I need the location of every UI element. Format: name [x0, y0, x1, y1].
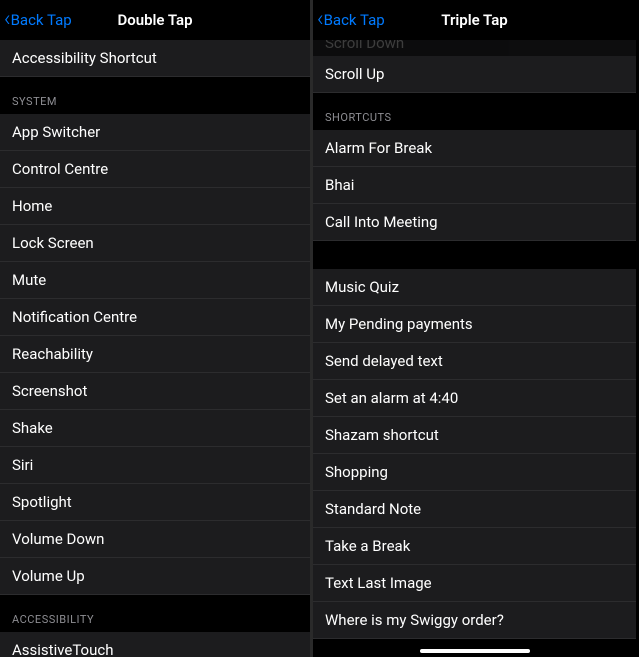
- option-accessibility-shortcut[interactable]: Accessibility Shortcut: [0, 40, 310, 77]
- section-header-shortcuts: SHORTCUTS: [313, 93, 636, 130]
- option-standard-note[interactable]: Standard Note: [313, 491, 636, 528]
- option-swiggy-order[interactable]: Where is my Swiggy order?: [313, 602, 636, 639]
- option-control-centre[interactable]: Control Centre: [0, 151, 310, 188]
- option-spotlight[interactable]: Spotlight: [0, 484, 310, 521]
- shortcuts-group: Alarm For Break Bhai Call Into Meeting: [313, 130, 636, 241]
- option-siri[interactable]: Siri: [0, 447, 310, 484]
- option-shake[interactable]: Shake: [0, 410, 310, 447]
- shortcuts-group-continued: Music Quiz My Pending payments Send dela…: [313, 269, 636, 639]
- settings-list: Accessibility Shortcut SYSTEM App Switch…: [0, 40, 310, 657]
- option-app-switcher[interactable]: App Switcher: [0, 114, 310, 151]
- option-shopping[interactable]: Shopping: [313, 454, 636, 491]
- section-header-system: SYSTEM: [0, 77, 310, 114]
- home-indicator-area: [313, 649, 636, 653]
- option-mute[interactable]: Mute: [0, 262, 310, 299]
- option-take-a-break[interactable]: Take a Break: [313, 528, 636, 565]
- back-label: Back Tap: [11, 11, 72, 29]
- nav-bar: ‹ Back Tap Triple Tap: [313, 0, 636, 40]
- option-lock-screen[interactable]: Lock Screen: [0, 225, 310, 262]
- option-bhai[interactable]: Bhai: [313, 167, 636, 204]
- option-my-pending-payments[interactable]: My Pending payments: [313, 306, 636, 343]
- option-set-an-alarm[interactable]: Set an alarm at 4:40: [313, 380, 636, 417]
- settings-list: Scroll Down Scroll Up SHORTCUTS Alarm Fo…: [313, 40, 636, 639]
- option-reachability[interactable]: Reachability: [0, 336, 310, 373]
- option-send-delayed-text[interactable]: Send delayed text: [313, 343, 636, 380]
- home-indicator-icon: [420, 649, 530, 653]
- screen-double-tap: ‹ Back Tap Double Tap Accessibility Shor…: [0, 0, 313, 657]
- page-title: Double Tap: [117, 11, 192, 29]
- option-assistivetouch[interactable]: AssistiveTouch: [0, 632, 310, 657]
- back-button[interactable]: ‹ Back Tap: [0, 9, 72, 31]
- nav-bar: ‹ Back Tap Double Tap: [0, 0, 310, 40]
- option-volume-down[interactable]: Volume Down: [0, 521, 310, 558]
- option-shazam-shortcut[interactable]: Shazam shortcut: [313, 417, 636, 454]
- back-button[interactable]: ‹ Back Tap: [313, 9, 385, 31]
- screen-triple-tap: ‹ Back Tap Triple Tap Scroll Down Scroll…: [313, 0, 636, 657]
- option-alarm-for-break[interactable]: Alarm For Break: [313, 130, 636, 167]
- option-call-into-meeting[interactable]: Call Into Meeting: [313, 204, 636, 241]
- back-label: Back Tap: [324, 11, 385, 29]
- list-gap: [313, 241, 636, 269]
- option-notification-centre[interactable]: Notification Centre: [0, 299, 310, 336]
- option-scroll-down-partial[interactable]: Scroll Down: [313, 40, 636, 56]
- option-home[interactable]: Home: [0, 188, 310, 225]
- option-screenshot[interactable]: Screenshot: [0, 373, 310, 410]
- page-title: Triple Tap: [441, 11, 507, 29]
- option-music-quiz[interactable]: Music Quiz: [313, 269, 636, 306]
- option-volume-up[interactable]: Volume Up: [0, 558, 310, 595]
- system-group: App Switcher Control Centre Home Lock Sc…: [0, 114, 310, 595]
- option-text-last-image[interactable]: Text Last Image: [313, 565, 636, 602]
- section-header-accessibility: ACCESSIBILITY: [0, 595, 310, 632]
- option-scroll-up[interactable]: Scroll Up: [313, 56, 636, 93]
- accessibility-group: AssistiveTouch Classic Invert: [0, 632, 310, 657]
